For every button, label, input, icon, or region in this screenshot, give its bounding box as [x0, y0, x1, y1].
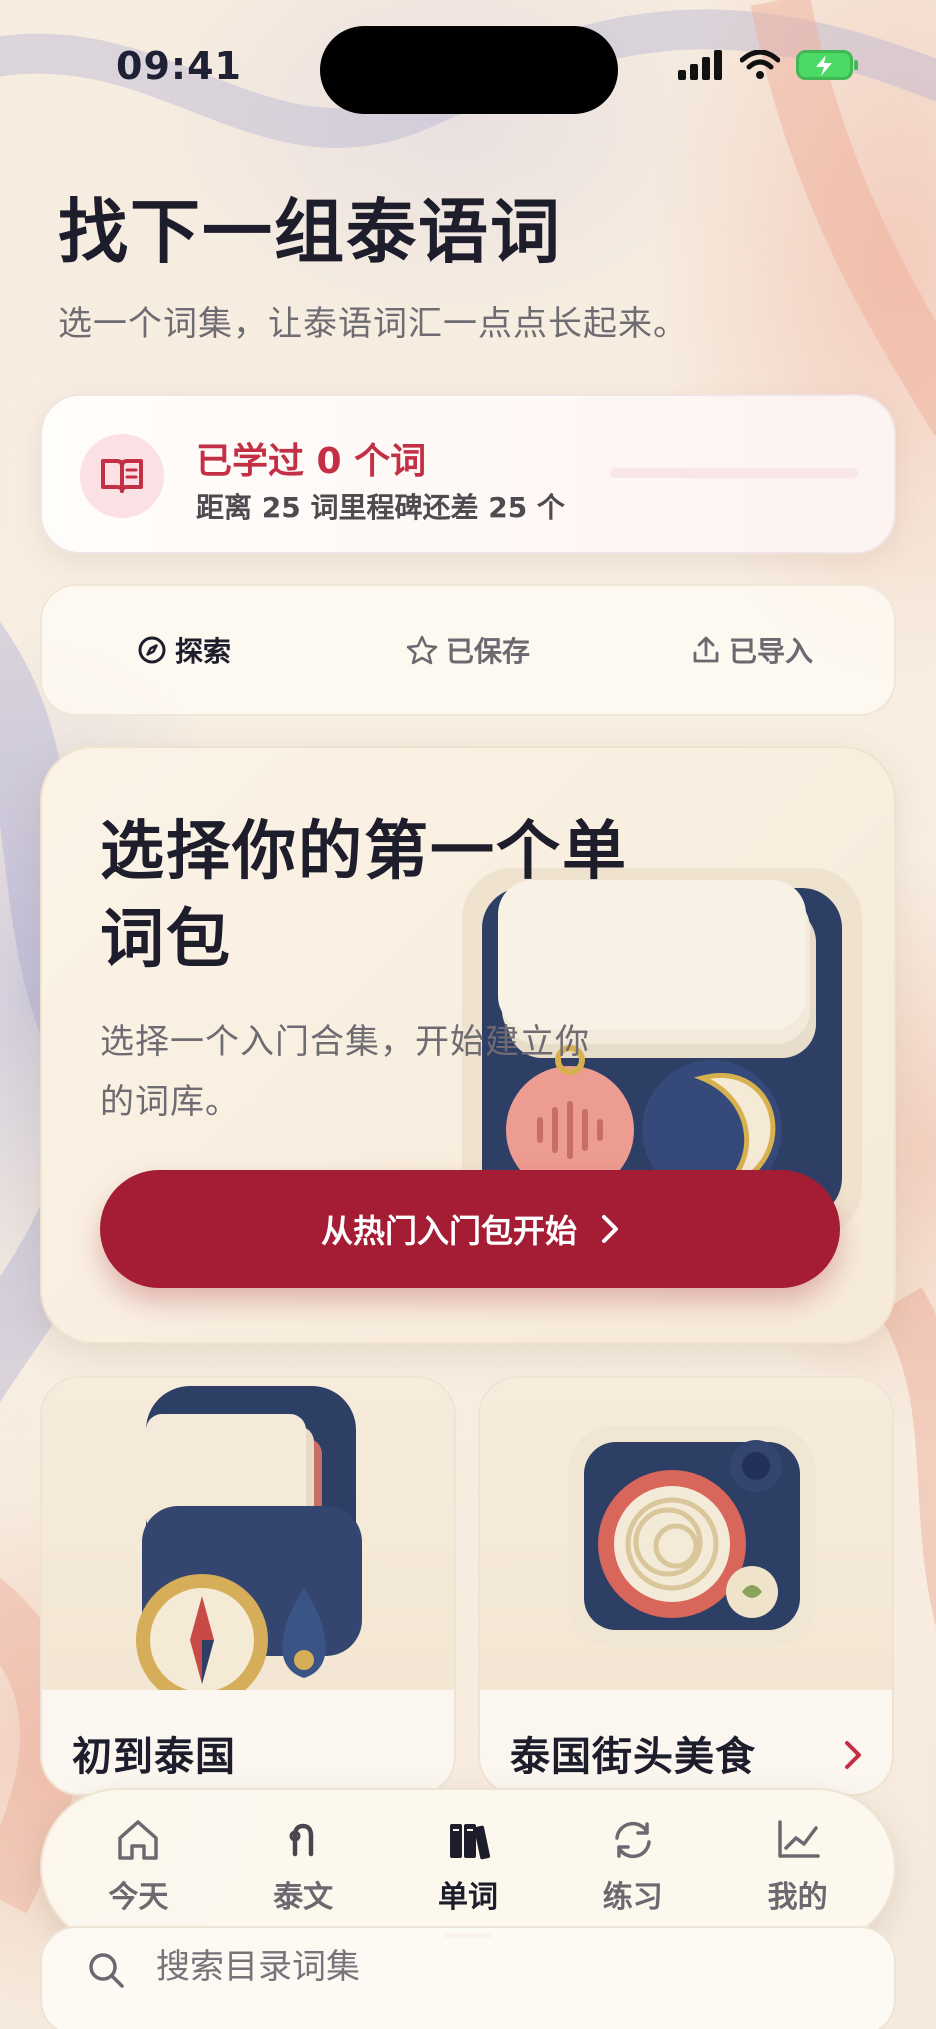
search-input[interactable]: [156, 1942, 756, 1992]
start-popular-pack-label: 从热门入门包开始: [320, 1212, 577, 1250]
status-bar: 09:41: [0, 0, 936, 140]
upload-icon: [693, 636, 719, 663]
page-title: 找下一组泰语词: [58, 191, 562, 273]
tab-imported-label: 已导入: [728, 635, 813, 668]
thai-letter-icon: [289, 1823, 314, 1857]
compass-icon: [138, 636, 166, 664]
dynamic-island: [320, 26, 618, 114]
refresh-icon: [615, 1821, 651, 1859]
nav-practice[interactable]: 练习: [550, 1818, 715, 1916]
tab-saved[interactable]: 已保存: [326, 630, 610, 670]
nav-profile[interactable]: 我的: [715, 1818, 880, 1916]
milestone-text: 距离 25 词里程碑还差 25 个: [196, 491, 565, 524]
tab-saved-label: 已保存: [445, 635, 530, 668]
search-icon: [89, 1953, 124, 1988]
star-icon: [406, 635, 438, 665]
chevron-right-icon: [845, 1741, 861, 1769]
page-subtitle: 选一个词集，让泰语词汇一点点长起来。: [58, 304, 688, 344]
travel-kit-illustration: [136, 1386, 362, 1706]
progress-bar: [610, 468, 858, 478]
nav-today-label: 今天: [108, 1880, 169, 1915]
hero-title: 选择你的第一个单词包: [100, 815, 628, 977]
tab-imported[interactable]: 已导入: [610, 630, 894, 670]
catalog-search-bar: [40, 1926, 896, 2029]
signal-icon: [678, 50, 722, 80]
pack-title-street-food: 泰国街头美食: [510, 1734, 756, 1780]
collection-tabs: 探索 已保存 已导入: [40, 584, 896, 716]
nav-thai[interactable]: 泰文: [221, 1818, 386, 1916]
chart-icon: [777, 1820, 820, 1858]
start-popular-pack-button[interactable]: 从热门入门包开始: [100, 1170, 840, 1288]
noodle-tray-illustration: [568, 1426, 816, 1646]
nav-profile-label: 我的: [767, 1880, 828, 1915]
pack-card-arrival[interactable]: 初到泰国: [40, 1376, 456, 1796]
pack-image-arrival: [42, 1378, 454, 1706]
nav-words[interactable]: 单词: [386, 1818, 551, 1938]
pack-image-street-food: [480, 1378, 892, 1690]
status-time: 09:41: [116, 44, 242, 88]
nav-today[interactable]: 今天: [56, 1818, 221, 1916]
words-learned-count: 已学过 0 个词: [196, 441, 427, 482]
hero-description: 选择一个入门合集，开始建立你的词库。: [100, 1022, 590, 1122]
wifi-icon: [740, 50, 780, 79]
status-icons: [678, 50, 858, 80]
nav-thai-label: 泰文: [273, 1880, 334, 1915]
nav-practice-label: 练习: [602, 1880, 663, 1915]
home-icon: [118, 1820, 159, 1860]
book-icon-badge: [80, 434, 164, 518]
chevron-right-icon: [602, 1215, 618, 1243]
open-book-icon: [101, 459, 143, 493]
bottom-tab-bar: 今天 泰文 单词 练习 我的: [40, 1788, 896, 1946]
tab-explore[interactable]: 探索: [42, 630, 326, 670]
starter-pack-card: 选择你的第一个单词包 选择一个入门合集，开始建立你的词库。 从热门入门包开始: [40, 746, 896, 1344]
battery-charging-icon: [796, 50, 858, 80]
tab-explore-label: 探索: [174, 635, 231, 668]
nav-words-label: 单词: [437, 1880, 498, 1915]
pack-title-arrival: 初到泰国: [72, 1734, 236, 1780]
books-icon: [449, 1824, 491, 1860]
progress-card[interactable]: 已学过 0 个词 距离 25 词里程碑还差 25 个: [40, 394, 896, 554]
pack-card-street-food[interactable]: 泰国街头美食: [478, 1376, 894, 1796]
